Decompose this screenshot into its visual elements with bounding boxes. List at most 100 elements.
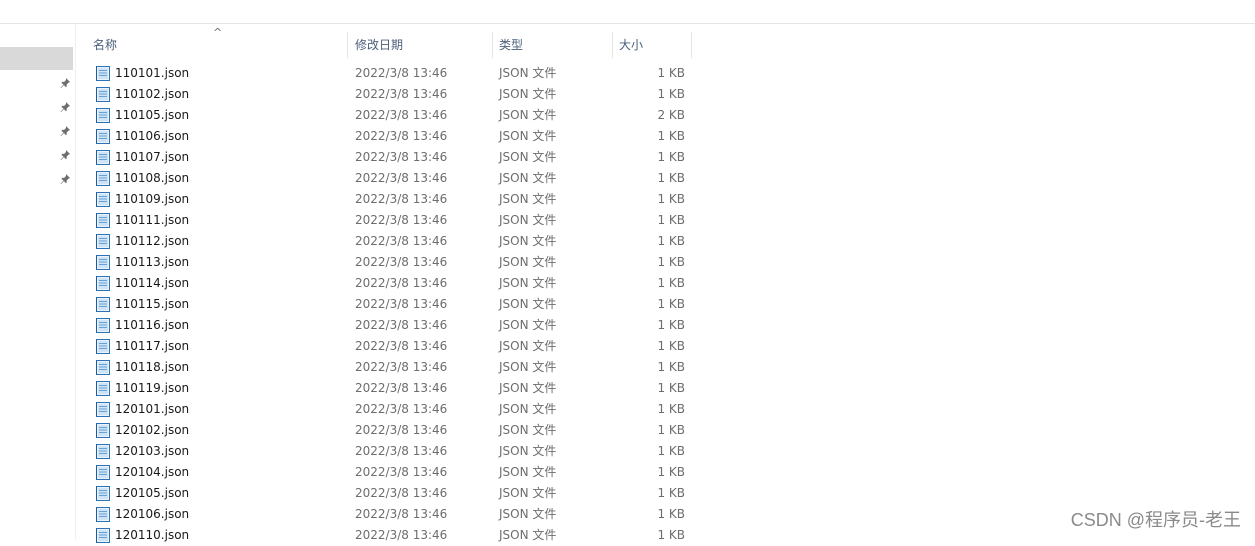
file-row[interactable]: 110117.json 2022/3/8 13:46 JSON 文件 1 KB xyxy=(85,336,705,357)
file-row[interactable]: 110108.json 2022/3/8 13:46 JSON 文件 1 KB xyxy=(85,168,705,189)
file-name: 120101.json xyxy=(115,402,190,416)
file-size: 1 KB xyxy=(657,465,685,479)
file-size: 1 KB xyxy=(657,150,685,164)
file-size: 1 KB xyxy=(657,339,685,353)
file-size: 1 KB xyxy=(657,528,685,542)
json-file-icon xyxy=(95,528,111,543)
file-type: JSON 文件 xyxy=(499,150,557,164)
file-date: 2022/3/8 13:46 xyxy=(355,297,448,311)
file-name: 110101.json xyxy=(115,66,190,80)
file-size: 1 KB xyxy=(657,423,685,437)
file-date: 2022/3/8 13:46 xyxy=(355,339,448,353)
pin-icon[interactable] xyxy=(59,77,71,89)
file-date: 2022/3/8 13:46 xyxy=(355,255,448,269)
json-file-icon xyxy=(95,297,111,312)
file-size: 1 KB xyxy=(657,87,685,101)
nav-selected-item[interactable] xyxy=(0,47,73,70)
file-row[interactable]: 110112.json 2022/3/8 13:46 JSON 文件 1 KB xyxy=(85,231,705,252)
file-name: 110102.json xyxy=(115,87,190,101)
file-row[interactable]: 120103.json 2022/3/8 13:46 JSON 文件 1 KB xyxy=(85,441,705,462)
top-divider xyxy=(0,23,1255,24)
file-size: 1 KB xyxy=(657,234,685,248)
file-name: 120106.json xyxy=(115,507,190,521)
file-type: JSON 文件 xyxy=(499,318,557,332)
file-row[interactable]: 110111.json 2022/3/8 13:46 JSON 文件 1 KB xyxy=(85,210,705,231)
file-type: JSON 文件 xyxy=(499,444,557,458)
column-header-size[interactable]: 大小 xyxy=(611,32,691,58)
file-size: 1 KB xyxy=(657,402,685,416)
column-header-type[interactable]: 类型 xyxy=(491,32,612,58)
file-name: 110115.json xyxy=(115,297,190,311)
json-file-icon xyxy=(95,444,111,459)
file-name: 110107.json xyxy=(115,150,190,164)
file-size: 2 KB xyxy=(657,108,685,122)
pin-icon[interactable] xyxy=(59,125,71,137)
file-row[interactable]: 110114.json 2022/3/8 13:46 JSON 文件 1 KB xyxy=(85,273,705,294)
file-row[interactable]: 120104.json 2022/3/8 13:46 JSON 文件 1 KB xyxy=(85,462,705,483)
file-date: 2022/3/8 13:46 xyxy=(355,87,448,101)
file-row[interactable]: 110119.json 2022/3/8 13:46 JSON 文件 1 KB xyxy=(85,378,705,399)
file-row[interactable]: 110118.json 2022/3/8 13:46 JSON 文件 1 KB xyxy=(85,357,705,378)
json-file-icon xyxy=(95,108,111,123)
column-separator[interactable] xyxy=(691,32,692,58)
json-file-icon xyxy=(95,381,111,396)
pin-icon[interactable] xyxy=(59,173,71,185)
file-row[interactable]: 110107.json 2022/3/8 13:46 JSON 文件 1 KB xyxy=(85,147,705,168)
file-size: 1 KB xyxy=(657,360,685,374)
json-file-icon xyxy=(95,234,111,249)
file-row[interactable]: 110101.json 2022/3/8 13:46 JSON 文件 1 KB xyxy=(85,63,705,84)
file-name: 110117.json xyxy=(115,339,190,353)
file-name: 120104.json xyxy=(115,465,190,479)
file-name: 110113.json xyxy=(115,255,190,269)
file-date: 2022/3/8 13:46 xyxy=(355,192,448,206)
file-row[interactable]: 110116.json 2022/3/8 13:46 JSON 文件 1 KB xyxy=(85,315,705,336)
file-size: 1 KB xyxy=(657,171,685,185)
file-list: 110101.json 2022/3/8 13:46 JSON 文件 1 KB 1101… xyxy=(85,63,705,546)
file-type: JSON 文件 xyxy=(499,66,557,80)
file-row[interactable]: 110115.json 2022/3/8 13:46 JSON 文件 1 KB xyxy=(85,294,705,315)
file-type: JSON 文件 xyxy=(499,297,557,311)
file-row[interactable]: 110105.json 2022/3/8 13:46 JSON 文件 2 KB xyxy=(85,105,705,126)
file-type: JSON 文件 xyxy=(499,423,557,437)
file-row[interactable]: 110109.json 2022/3/8 13:46 JSON 文件 1 KB xyxy=(85,189,705,210)
json-file-icon xyxy=(95,360,111,375)
json-file-icon xyxy=(95,318,111,333)
file-row[interactable]: 120102.json 2022/3/8 13:46 JSON 文件 1 KB xyxy=(85,420,705,441)
file-date: 2022/3/8 13:46 xyxy=(355,234,448,248)
json-file-icon xyxy=(95,402,111,417)
file-row[interactable]: 120101.json 2022/3/8 13:46 JSON 文件 1 KB xyxy=(85,399,705,420)
file-type: JSON 文件 xyxy=(499,192,557,206)
file-date: 2022/3/8 13:46 xyxy=(355,528,448,542)
file-date: 2022/3/8 13:46 xyxy=(355,381,448,395)
file-row[interactable]: 120110.json 2022/3/8 13:46 JSON 文件 1 KB xyxy=(85,525,705,546)
file-size: 1 KB xyxy=(657,213,685,227)
file-name: 110108.json xyxy=(115,171,190,185)
file-date: 2022/3/8 13:46 xyxy=(355,465,448,479)
file-type: JSON 文件 xyxy=(499,507,557,521)
file-type: JSON 文件 xyxy=(499,402,557,416)
file-type: JSON 文件 xyxy=(499,465,557,479)
nav-pane-border[interactable] xyxy=(75,24,76,540)
file-row[interactable]: 120105.json 2022/3/8 13:46 JSON 文件 1 KB xyxy=(85,483,705,504)
pin-icon[interactable] xyxy=(59,101,71,113)
file-size: 1 KB xyxy=(657,381,685,395)
file-row[interactable]: 110102.json 2022/3/8 13:46 JSON 文件 1 KB xyxy=(85,84,705,105)
json-file-icon xyxy=(95,465,111,480)
file-name: 110116.json xyxy=(115,318,190,332)
pin-icon[interactable] xyxy=(59,149,71,161)
file-name: 110114.json xyxy=(115,276,190,290)
file-type: JSON 文件 xyxy=(499,108,557,122)
file-row[interactable]: 120106.json 2022/3/8 13:46 JSON 文件 1 KB xyxy=(85,504,705,525)
file-date: 2022/3/8 13:46 xyxy=(355,402,448,416)
column-header-date[interactable]: 修改日期 xyxy=(347,32,492,58)
file-row[interactable]: 110106.json 2022/3/8 13:46 JSON 文件 1 KB xyxy=(85,126,705,147)
file-date: 2022/3/8 13:46 xyxy=(355,66,448,80)
column-header-name[interactable]: 名称 xyxy=(85,32,347,58)
file-size: 1 KB xyxy=(657,297,685,311)
json-file-icon xyxy=(95,150,111,165)
json-file-icon xyxy=(95,192,111,207)
file-name: 120103.json xyxy=(115,444,190,458)
file-name: 110118.json xyxy=(115,360,190,374)
file-name: 120102.json xyxy=(115,423,190,437)
file-row[interactable]: 110113.json 2022/3/8 13:46 JSON 文件 1 KB xyxy=(85,252,705,273)
